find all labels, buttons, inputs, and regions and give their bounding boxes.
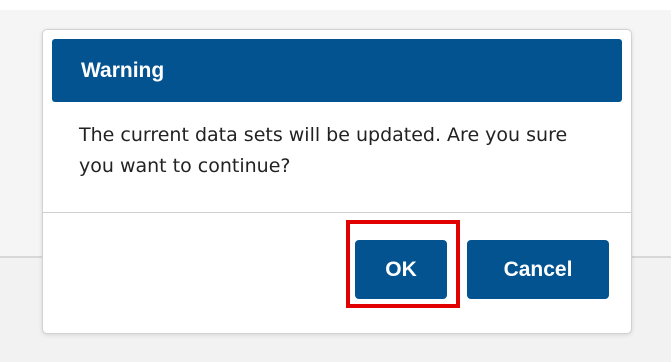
dialog-title: Warning [81, 59, 165, 82]
cancel-button[interactable]: Cancel [467, 240, 609, 299]
warning-dialog: Warning The current data sets will be up… [42, 29, 632, 334]
dialog-separator [43, 212, 631, 213]
ok-button[interactable]: OK [355, 240, 447, 299]
dialog-header: Warning [52, 39, 622, 102]
page-background-top [0, 0, 671, 10]
dialog-message: The current data sets will be updated. A… [79, 124, 568, 177]
